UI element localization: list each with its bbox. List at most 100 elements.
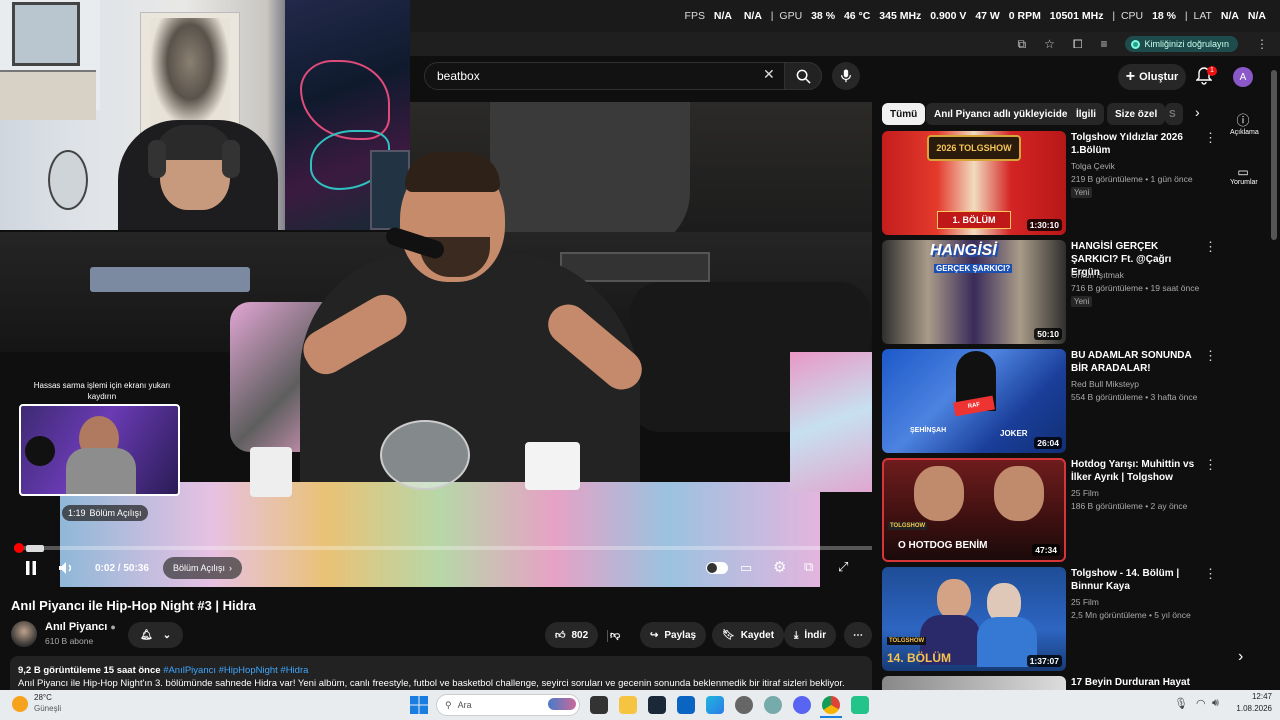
volume-button[interactable] xyxy=(58,561,74,580)
clear-search-icon[interactable]: ✕ xyxy=(763,66,775,83)
app-icon[interactable] xyxy=(851,696,869,714)
thumb-caption: O HOTDOG BENİM xyxy=(898,540,988,551)
verify-identity-button[interactable]: Kimliğinizi doğrulayın xyxy=(1125,36,1238,52)
search-button[interactable] xyxy=(784,62,822,90)
speaker-icon[interactable]: 🔊︎ xyxy=(1212,697,1219,710)
video-title: 17 Beyin Durduran Hayat xyxy=(1071,677,1190,688)
screen-share-icon[interactable]: ⧉ xyxy=(1017,37,1026,52)
bell-icon: 🔔︎ xyxy=(140,629,153,641)
clock-time[interactable]: 12:47 xyxy=(1232,692,1272,701)
more-options-icon[interactable]: ⋮ xyxy=(1204,458,1217,471)
search-input-value: beatbox xyxy=(437,69,480,83)
account-avatar[interactable]: A xyxy=(1233,67,1253,87)
download-icon: ⤓ xyxy=(794,629,799,641)
gpu-temp: 46 °C xyxy=(843,10,871,22)
share-button[interactable]: ↪ Paylaş xyxy=(640,622,707,648)
more-options-icon[interactable]: ⋮ xyxy=(1204,567,1217,580)
notification-count-badge: 1 xyxy=(1207,66,1217,76)
more-options-icon[interactable]: ⋮ xyxy=(1204,131,1217,144)
steam-icon[interactable] xyxy=(648,696,666,714)
bookmark-icon: 🔖︎ xyxy=(722,629,735,641)
performance-overlay: FPS N/A N/A | GPU 38 % 46 °C 345 MHz 0.9… xyxy=(410,0,1280,32)
scroll-right-icon[interactable]: › xyxy=(1238,648,1243,666)
subscribed-button[interactable]: 🔔︎ ⌄ xyxy=(128,622,184,648)
recommendation-item[interactable]: 2026 TOLGSHOW 1. BÖLÜM 1:30:10 Tolgshow … xyxy=(882,131,1217,235)
chip-related[interactable]: İlgili xyxy=(1068,103,1104,125)
reading-list-icon[interactable]: ≡ xyxy=(1100,37,1107,51)
windows-logo-icon xyxy=(410,696,428,714)
scrub-cursor-icon xyxy=(26,545,44,552)
progress-bar[interactable] xyxy=(14,546,872,550)
captions-icon[interactable]: ▭ xyxy=(740,560,752,576)
thumb-header-text: TOLGSHOW xyxy=(888,522,928,530)
like-button[interactable]: 👍︎ 802 xyxy=(545,622,599,648)
progress-scrubber[interactable] xyxy=(14,543,24,553)
recommendation-item[interactable]: TOLGSHOW 14. BÖLÜM 1:37:07 Tolgshow - 14… xyxy=(882,567,1217,671)
clock-date[interactable]: 1.08.2026 xyxy=(1226,704,1272,713)
download-button[interactable]: ⤓ İndir xyxy=(784,622,837,648)
chip-all[interactable]: Tümü xyxy=(882,103,926,125)
microphone-icon xyxy=(841,69,851,83)
search-highlight-icon xyxy=(548,698,576,710)
active-app-indicator xyxy=(820,716,842,718)
discord-icon[interactable] xyxy=(793,696,811,714)
comments-rail-label: Yorumlar xyxy=(1230,179,1258,186)
outlook-icon[interactable] xyxy=(677,696,695,714)
video-thumbnail: TOLGSHOW 14. BÖLÜM 1:37:07 xyxy=(882,567,1066,671)
recommendation-item[interactable]: 17 Beyin Durduran Hayat xyxy=(882,676,1212,690)
weather-temp[interactable]: 28°C xyxy=(34,693,52,702)
chrome-icon[interactable] xyxy=(822,696,840,714)
fullscreen-icon[interactable]: ⤢ xyxy=(838,559,848,575)
app-icon[interactable] xyxy=(735,696,753,714)
search-icon: ⚲ xyxy=(445,699,452,710)
chip-more[interactable]: S xyxy=(1165,103,1183,125)
settings-gear-icon[interactable]: ⚙ xyxy=(773,558,786,576)
video-meta: 554 B görüntüleme • 3 hafta önce xyxy=(1071,392,1198,402)
recommendation-item[interactable]: RAF ŞEHİNŞAH JOKER 26:04 BU ADAMLAR SONU… xyxy=(882,349,1217,453)
wifi-icon[interactable]: ◠ xyxy=(1196,697,1206,710)
voice-search-button[interactable] xyxy=(832,62,860,90)
recommendation-item[interactable]: TOLGSHOW O HOTDOG BENİM 47:34 Hotdog Yar… xyxy=(882,458,1217,562)
more-options-icon[interactable]: ⋮ xyxy=(1204,349,1217,362)
hashtags[interactable]: #AnılPiyancı #HipHopNight #Hidra xyxy=(163,665,308,676)
file-explorer-icon[interactable] xyxy=(619,696,637,714)
settings-app-icon[interactable] xyxy=(764,696,782,714)
bookmark-star-icon[interactable]: ☆ xyxy=(1044,37,1055,51)
save-button[interactable]: 🔖︎ Kaydet xyxy=(712,622,785,648)
chapter-button[interactable]: Bölüm Açılışı › xyxy=(163,557,243,579)
video-thumbnail: HANGİSİ GERÇEK ŞARKICI? 50:10 xyxy=(882,240,1066,344)
theater-mode-icon[interactable]: ⧉ xyxy=(804,559,813,575)
info-icon: ⓘ xyxy=(1236,113,1250,128)
microphone-icon[interactable]: 🎙︎ xyxy=(1174,697,1188,710)
video-duration: 1:37:07 xyxy=(1026,655,1062,667)
chevron-down-icon: ⌄ xyxy=(162,629,172,641)
browser-menu-icon[interactable]: ⋮ xyxy=(1256,37,1268,51)
start-button[interactable] xyxy=(410,696,428,719)
dislike-button[interactable]: 👎︎ xyxy=(600,622,630,648)
gpu-volt: 0.900 V xyxy=(930,10,967,22)
video-thumbnail xyxy=(882,676,1066,690)
chip-for-you[interactable]: Size özel xyxy=(1107,103,1166,125)
edge-icon[interactable] xyxy=(706,696,724,714)
video-duration: 50:10 xyxy=(1034,328,1062,340)
channel-name[interactable]: Anıl Piyancı ● xyxy=(45,621,116,633)
thumb-caption: JOKER xyxy=(1000,429,1028,438)
weather-sun-icon[interactable] xyxy=(12,696,28,712)
description-rail-label: Açıklama xyxy=(1230,129,1259,136)
recommendation-item[interactable]: HANGİSİ GERÇEK ŞARKICI? 50:10 HANGİSİ GE… xyxy=(882,240,1217,344)
channel-avatar[interactable] xyxy=(11,621,37,647)
autoplay-toggle[interactable] xyxy=(706,562,728,574)
new-badge: Yeni xyxy=(1071,296,1093,307)
pause-button[interactable] xyxy=(24,560,38,579)
comments-panel-button[interactable]: ▭ Yorumlar xyxy=(1230,165,1258,186)
fps-label: FPS xyxy=(684,10,705,22)
extensions-icon[interactable]: ⧠ xyxy=(1073,37,1083,52)
description-panel-button[interactable]: ⓘ Açıklama xyxy=(1230,110,1259,136)
more-actions-button[interactable]: ⋯ xyxy=(844,622,872,648)
chip-uploader[interactable]: Anıl Piyancı adlı yükleyiciden xyxy=(926,103,1082,125)
page-scrollbar[interactable] xyxy=(1271,70,1277,240)
more-options-icon[interactable]: ⋮ xyxy=(1204,240,1217,253)
task-view-icon[interactable] xyxy=(590,696,608,714)
create-button[interactable]: + Oluştur xyxy=(1118,64,1186,90)
chevron-right-icon[interactable]: › xyxy=(1195,104,1200,120)
